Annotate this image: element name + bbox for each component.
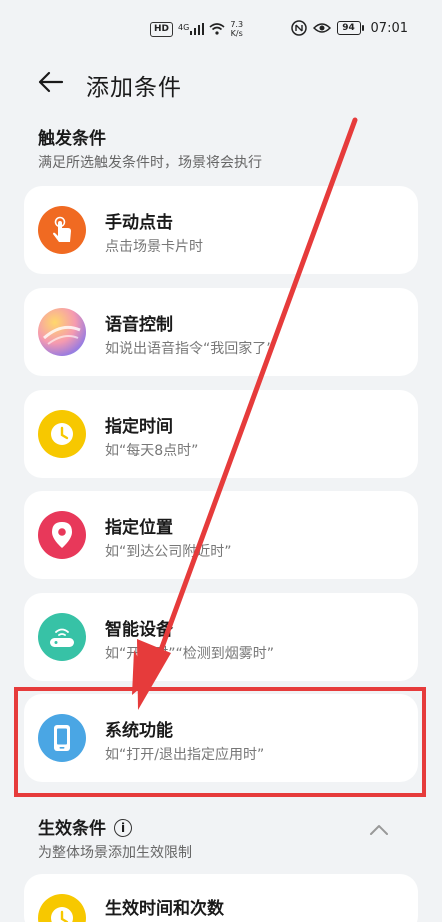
condition-card-specified-location[interactable]: 指定位置 如“到达公司附近时” [24, 491, 418, 579]
voice-assistant-icon [38, 308, 86, 356]
condition-card-manual-tap[interactable]: 手动点击 点击场景卡片时 [24, 186, 418, 274]
status-bar: HD 4G 7.3 K/s 94 07:01 [0, 0, 442, 54]
condition-title: 指定位置 [105, 518, 173, 538]
condition-title: 指定时间 [105, 417, 173, 437]
location-pin-icon [38, 511, 86, 559]
effective-section-title-row: 生效条件 i [38, 814, 192, 839]
hd-badge: HD [150, 21, 174, 37]
clock-icon [38, 410, 86, 458]
condition-title: 智能设备 [105, 620, 173, 640]
effective-section-header: 生效条件 i 为整体场景添加生效限制 [38, 814, 192, 862]
condition-title: 语音控制 [105, 315, 173, 335]
condition-subtitle: 如“到达公司附近时” [105, 544, 232, 560]
condition-card-voice-control[interactable]: 语音控制 如说出语音指令“我回家了” [24, 288, 418, 376]
eye-comfort-icon [312, 23, 331, 33]
status-right: 94 07:01 [290, 20, 408, 36]
highlight-annotation-box [14, 687, 426, 797]
clock-icon [38, 894, 86, 922]
wifi-icon [209, 23, 225, 35]
effective-card-time-and-count[interactable]: 生效时间和次数 [24, 874, 418, 922]
signal-icon: 4G [178, 23, 205, 35]
status-left: HD 4G 7.3 K/s [150, 20, 243, 38]
speed-unit: K/s [230, 29, 243, 38]
condition-card-smart-device[interactable]: 智能设备 如“开灯时”“检测到烟雾时” [24, 593, 418, 681]
condition-subtitle: 点击场景卡片时 [105, 239, 203, 255]
effective-section-subtitle: 为整体场景添加生效限制 [38, 845, 192, 861]
chevron-up-icon[interactable] [368, 822, 390, 838]
hand-tap-icon [38, 206, 86, 254]
back-arrow-icon[interactable] [36, 68, 66, 96]
trigger-section-header: 触发条件 满足所选触发条件时，场景将会执行 [38, 124, 262, 172]
trigger-section-title: 触发条件 [38, 129, 106, 149]
effective-section-title: 生效条件 [38, 819, 106, 839]
page-title: 添加条件 [86, 75, 182, 101]
trigger-section-subtitle: 满足所选触发条件时，场景将会执行 [38, 155, 262, 171]
network-type: 4G [178, 23, 190, 32]
smart-device-icon [38, 613, 86, 661]
condition-subtitle: 如“开灯时”“检测到烟雾时” [105, 646, 275, 662]
title-bar: 添加条件 [0, 54, 442, 110]
info-icon[interactable]: i [114, 819, 132, 837]
condition-subtitle: 如说出语音指令“我回家了” [105, 341, 274, 357]
condition-title: 手动点击 [105, 213, 173, 233]
speed-value: 7.3 [230, 20, 244, 29]
battery-icon: 94 [336, 21, 364, 35]
effective-item-title: 生效时间和次数 [105, 899, 224, 919]
condition-card-specified-time[interactable]: 指定时间 如“每天8点时” [24, 390, 418, 478]
clock-time: 07:01 [370, 20, 408, 36]
network-speed: 7.3 K/s [230, 20, 243, 38]
nfc-icon [290, 20, 307, 36]
condition-subtitle: 如“每天8点时” [105, 443, 199, 459]
